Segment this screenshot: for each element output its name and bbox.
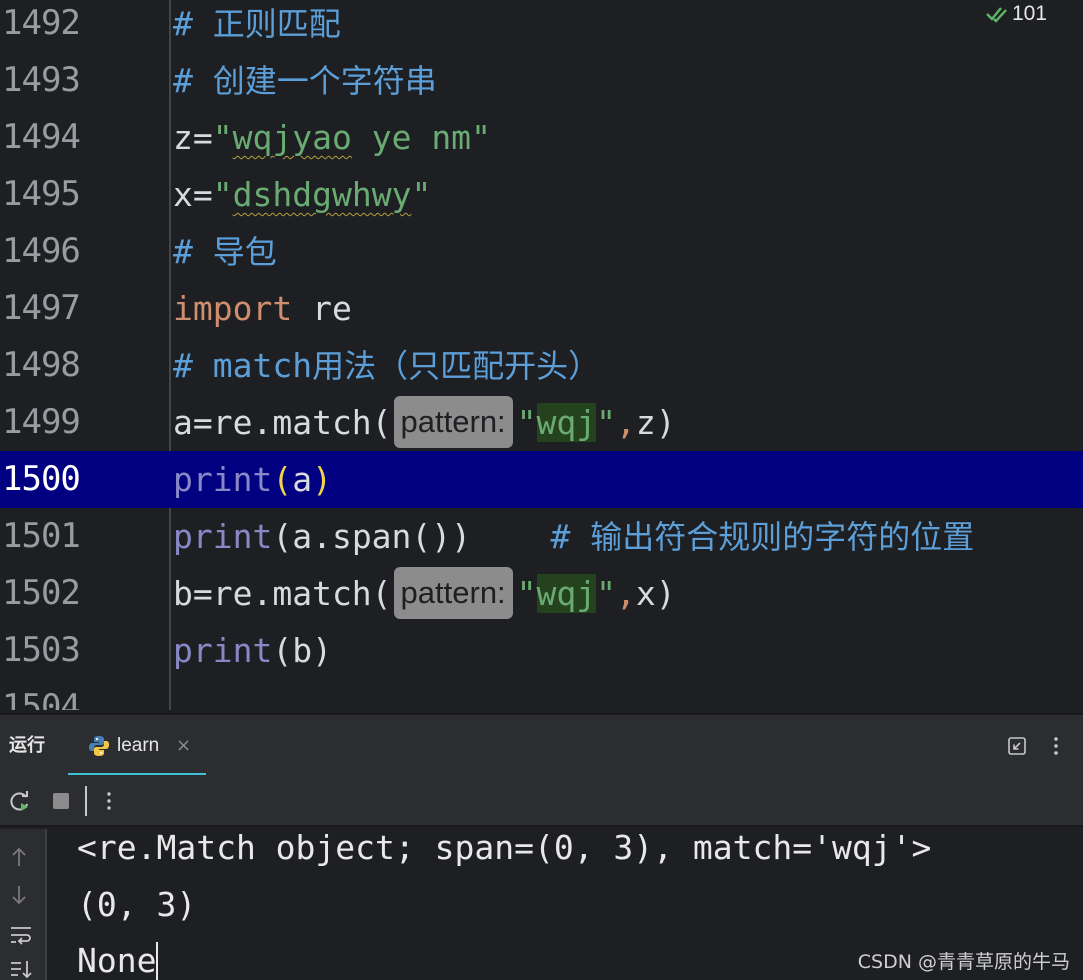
run-toolbar (0, 775, 1083, 827)
scroll-end-icon[interactable] (9, 959, 33, 980)
console-side-toolbar (0, 829, 47, 980)
tab-label: learn (117, 735, 160, 756)
stop-icon[interactable] (51, 791, 71, 811)
line-number: 1495 (2, 174, 81, 214)
output-line: None (77, 941, 159, 980)
arrow-down-icon[interactable] (9, 884, 29, 906)
line-content: # 导包 (173, 232, 277, 271)
line-number: 1501 (2, 516, 81, 556)
code-editor[interactable]: 101 1492 # 正则匹配 1493 # 创建一个字符串 1494 z="w… (0, 0, 1083, 710)
line-content: # match用法（只匹配开头） (173, 346, 601, 385)
console-output[interactable]: <re.Match object; span=(0, 3), match='wq… (0, 829, 1083, 980)
line-content: a=re.match(pattern: "wqj",z) (173, 394, 676, 451)
code-line[interactable]: 1494 z="wqjyao ye nm" (0, 109, 1083, 166)
output-line: (0, 3) (77, 885, 197, 924)
text-cursor (156, 942, 159, 980)
line-number: 1504 (2, 687, 81, 710)
close-icon[interactable]: × (176, 715, 191, 777)
line-number: 1499 (2, 402, 81, 442)
code-line[interactable]: 1503 print(b) (0, 622, 1083, 679)
soft-wrap-icon[interactable] (9, 924, 33, 946)
line-content: # 创建一个字符串 (173, 61, 437, 100)
code-line[interactable]: 1493 # 创建一个字符串 (0, 52, 1083, 109)
line-content: print(b) (173, 631, 332, 670)
line-number: 1498 (2, 345, 81, 385)
line-content: # 正则匹配 (173, 4, 341, 43)
code-line[interactable]: 1497 import re (0, 280, 1083, 337)
current-code-line[interactable]: 1500 print(a) (0, 451, 1083, 508)
parameter-hint: pattern: (393, 567, 513, 619)
tab-learn[interactable]: learn × (68, 715, 206, 777)
line-number: 1503 (2, 630, 81, 670)
line-number: 1493 (2, 60, 81, 100)
parameter-hint: pattern: (393, 396, 513, 448)
line-number: 1497 (2, 288, 81, 328)
matched-paren: ) (312, 460, 332, 499)
arrow-up-icon[interactable] (9, 846, 29, 868)
line-content: import re (173, 289, 352, 328)
code-line[interactable]: 1498 # match用法（只匹配开头） (0, 337, 1083, 394)
more-vert-icon[interactable] (1046, 736, 1066, 756)
code-line[interactable]: 1492 # 正则匹配 (0, 0, 1083, 52)
line-number: 1494 (2, 117, 81, 157)
code-line[interactable]: 1501 print(a.span()) # 输出符合规则的字符的位置 (0, 508, 1083, 565)
code-line[interactable]: 1499 a=re.match(pattern: "wqj",z) (0, 394, 1083, 451)
line-content: b=re.match(pattern: "wqj",x) (173, 565, 676, 622)
code-line[interactable]: 1496 # 导包 (0, 223, 1083, 280)
matched-paren: ( (272, 460, 293, 499)
code-line[interactable]: 1495 x="dshdgwhwy" (0, 166, 1083, 223)
typo-warning: dshdgwhwy (232, 175, 412, 214)
line-number: 1492 (2, 3, 81, 43)
line-content: print(a) (173, 460, 332, 499)
line-content: z="wqjyao ye nm" (173, 118, 491, 157)
line-number: 1502 (2, 573, 81, 613)
rerun-icon[interactable] (9, 791, 31, 813)
more-vert-icon[interactable] (100, 791, 118, 811)
python-icon (89, 736, 109, 756)
watermark: CSDN @青青草原的牛马 (857, 951, 1070, 973)
line-content: x="dshdgwhwy" (173, 175, 432, 214)
highlighted-string: wqj (536, 403, 597, 442)
typo-warning: wqjyao (232, 118, 352, 157)
code-line[interactable]: 1502 b=re.match(pattern: "wqj",x) (0, 565, 1083, 622)
line-number: 1496 (2, 231, 81, 271)
run-tool-window-header: 运行 learn × (0, 713, 1083, 777)
code-line[interactable]: 1504 (0, 679, 1083, 710)
toolbar-separator (85, 786, 87, 816)
line-number: 1500 (2, 459, 81, 499)
run-panel-title: 运行 (9, 735, 45, 756)
output-line: <re.Match object; span=(0, 3), match='wq… (77, 829, 932, 867)
restore-icon[interactable] (1007, 736, 1027, 756)
line-content: print(a.span()) # 输出符合规则的字符的位置 (173, 517, 975, 556)
highlighted-string: wqj (536, 574, 597, 613)
